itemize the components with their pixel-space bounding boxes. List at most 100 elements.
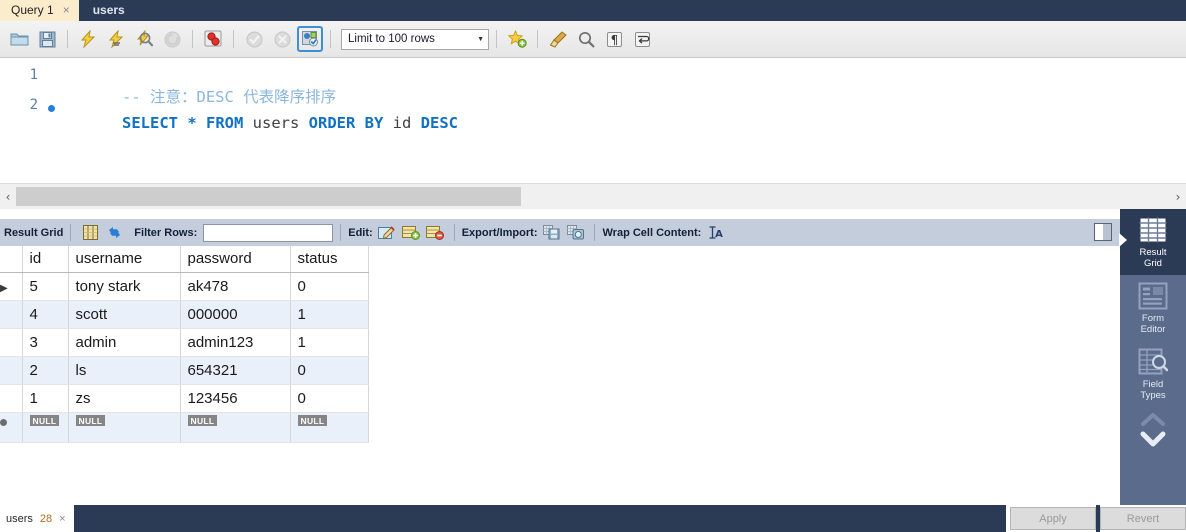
row-selector[interactable]	[0, 328, 23, 357]
new-record-row[interactable]: NULL NULL NULL NULL	[0, 412, 369, 443]
cell-status[interactable]: 1	[290, 328, 369, 357]
toolbar-separator	[192, 30, 193, 48]
cell-username[interactable]: ls	[68, 356, 181, 385]
tab-users-label: users	[92, 3, 125, 17]
sidebar-scroll-controls	[1120, 411, 1186, 449]
scrollbar-track[interactable]	[16, 184, 1170, 210]
cell-password[interactable]: admin123	[180, 328, 291, 357]
refresh-icon[interactable]	[104, 223, 124, 243]
invisible-chars-icon[interactable]: ¶	[601, 26, 627, 52]
table-header-row: id username password status	[0, 246, 369, 273]
cell-id[interactable]: 3	[22, 328, 69, 357]
sidebar-item-result-grid[interactable]: Result Grid	[1119, 209, 1186, 275]
execute-icon[interactable]	[75, 26, 101, 52]
cell-username[interactable]: tony stark	[68, 272, 181, 301]
insert-row-icon[interactable]	[401, 223, 421, 243]
filter-rows-input[interactable]	[203, 223, 334, 242]
cell-id[interactable]: 1	[22, 384, 69, 413]
cell-status[interactable]: 0	[290, 384, 369, 413]
clear-icon[interactable]	[545, 26, 571, 52]
scrollbar-thumb[interactable]	[16, 186, 521, 206]
autocommit-icon[interactable]	[297, 26, 323, 52]
column-header-id[interactable]: id	[22, 246, 69, 273]
result-grid-icon[interactable]	[80, 223, 100, 243]
cell-id[interactable]: 5	[22, 272, 69, 301]
bottom-tab-label: users	[6, 512, 33, 525]
column-header-username[interactable]: username	[68, 246, 181, 273]
cell-username[interactable]: zs	[68, 384, 181, 413]
column-header-password[interactable]: password	[180, 246, 291, 273]
editor-horizontal-scrollbar[interactable]: ‹ ›	[0, 183, 1186, 209]
cell-password[interactable]: 654321	[180, 356, 291, 385]
table-row[interactable]: 4 scott 000000 1	[0, 300, 369, 329]
scroll-left-icon[interactable]: ‹	[0, 184, 16, 210]
import-recordset-icon[interactable]	[565, 223, 585, 243]
sidebar-item-form-editor[interactable]: Form Editor	[1120, 275, 1186, 341]
table-row[interactable]: 1 zs 123456 0	[0, 384, 369, 413]
cell-status-null[interactable]: NULL	[290, 412, 369, 443]
revert-button[interactable]: Revert	[1100, 507, 1186, 530]
editor-gutter: 1 2	[0, 58, 66, 183]
row-selector[interactable]: ▶	[0, 272, 23, 301]
cell-password[interactable]: 123456	[180, 384, 291, 413]
edit-cell-icon[interactable]	[377, 223, 397, 243]
cell-id[interactable]: 4	[22, 300, 69, 329]
cell-username[interactable]: scott	[68, 300, 181, 329]
tab-users[interactable]: users	[78, 0, 134, 21]
table-row[interactable]: ▶ 5 tony stark ak478 0	[0, 272, 369, 301]
sidebar-label-line2: Types	[1140, 390, 1166, 401]
toggle-stop-on-error-icon[interactable]	[200, 26, 226, 52]
result-grid[interactable]: id username password status ▶ 5 tony sta…	[0, 246, 1120, 493]
filter-rows-label: Filter Rows:	[134, 226, 198, 239]
delete-row-icon[interactable]	[425, 223, 445, 243]
find-icon[interactable]	[573, 26, 599, 52]
chevron-down-icon[interactable]	[1138, 429, 1168, 449]
beautify-icon[interactable]	[504, 26, 530, 52]
apply-button[interactable]: Apply	[1010, 507, 1096, 530]
explain-icon[interactable]	[131, 26, 157, 52]
cell-username[interactable]: admin	[68, 328, 181, 357]
cell-status[interactable]: 1	[290, 300, 369, 329]
cell-status[interactable]: 0	[290, 356, 369, 385]
column-header-status[interactable]: status	[290, 246, 369, 273]
chevron-down-icon: ▼	[477, 35, 484, 43]
bottom-tab-close-icon[interactable]: ×	[59, 513, 65, 525]
row-selector-header	[0, 246, 23, 273]
chevron-up-icon[interactable]	[1138, 411, 1168, 429]
execute-current-statement-icon[interactable]	[103, 26, 129, 52]
save-script-icon[interactable]	[34, 26, 60, 52]
open-script-icon[interactable]	[6, 26, 32, 52]
cell-id-null[interactable]: NULL	[22, 412, 69, 443]
row-selector[interactable]	[0, 356, 23, 385]
result-table: id username password status ▶ 5 tony sta…	[0, 246, 369, 443]
sql-editor[interactable]: 1 2 -- 注意：DESC 代表降序排序 SELECT * FROM user…	[0, 58, 1186, 183]
sidebar-item-field-types[interactable]: Field Types	[1120, 341, 1186, 407]
row-selector[interactable]	[0, 300, 23, 329]
export-import-label: Export/Import:	[461, 226, 538, 239]
cell-password[interactable]: ak478	[180, 272, 291, 301]
wrap-cell-icon[interactable]: A	[705, 223, 725, 243]
row-selector[interactable]	[0, 384, 23, 413]
toggle-side-panel-icon[interactable]	[1094, 223, 1112, 241]
line-number: 2	[29, 97, 38, 113]
cell-status[interactable]: 0	[290, 272, 369, 301]
table-row[interactable]: 3 admin admin123 1	[0, 328, 369, 357]
new-row-dot-icon	[0, 418, 7, 426]
cell-password-null[interactable]: NULL	[180, 412, 291, 443]
null-badge: NULL	[187, 414, 218, 426]
export-recordset-icon[interactable]	[541, 223, 561, 243]
tab-query-1-close-icon[interactable]: ×	[63, 0, 70, 21]
cell-id[interactable]: 2	[22, 356, 69, 385]
null-badge: NULL	[297, 414, 328, 426]
cell-username-null[interactable]: NULL	[68, 412, 181, 443]
toolbar-separator	[594, 224, 596, 241]
bottom-tab-users[interactable]: users 28 ×	[0, 505, 74, 532]
cell-password[interactable]: 000000	[180, 300, 291, 329]
scroll-right-icon[interactable]: ›	[1170, 184, 1186, 210]
row-limit-select[interactable]: Limit to 100 rows ▼	[341, 28, 489, 50]
wrap-lines-icon[interactable]	[629, 26, 655, 52]
sidebar-label-field-types: Field Types	[1140, 379, 1165, 401]
row-selector[interactable]	[0, 412, 23, 443]
table-row[interactable]: 2 ls 654321 0	[0, 356, 369, 385]
tab-query-1[interactable]: Query 1 ×	[0, 0, 79, 21]
